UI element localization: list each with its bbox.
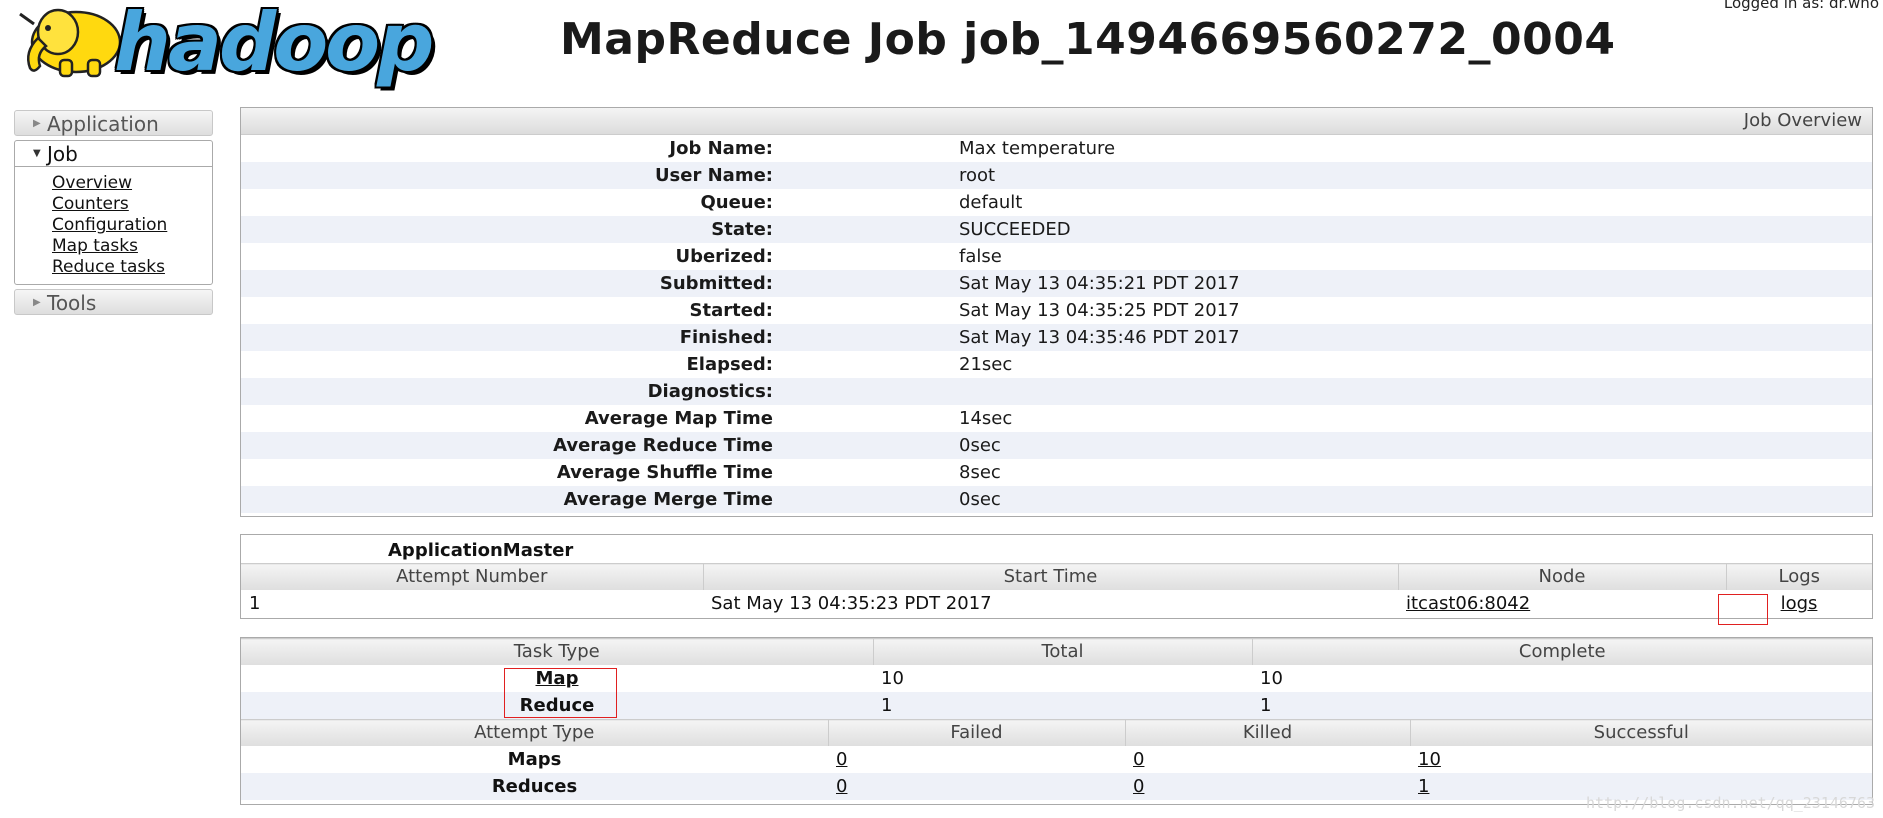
map-task-link[interactable]: Map bbox=[536, 668, 579, 689]
node-link[interactable]: itcast06:8042 bbox=[1406, 593, 1530, 614]
column-header-complete[interactable]: Complete bbox=[1251, 638, 1872, 665]
chevron-down-icon: ▼ bbox=[33, 148, 41, 159]
table-row: Map 10 10 bbox=[241, 665, 1872, 692]
attempt-number: 1 bbox=[249, 593, 261, 614]
application-master-caption: ApplicationMaster bbox=[388, 540, 574, 561]
job-overview-heading: Job Overview bbox=[241, 108, 1872, 135]
sidebar-item-label: Job bbox=[47, 142, 78, 166]
sidebar-item-label: Application bbox=[47, 112, 159, 136]
table-row: Submitted: Sat May 13 04:35:21 PDT 2017 bbox=[241, 270, 1872, 297]
table-row: 1 Sat May 13 04:35:23 PDT 2017 itcast06:… bbox=[241, 590, 1872, 617]
table-row: Maps 0 0 10 bbox=[241, 746, 1872, 773]
sidebar-link-map-tasks[interactable]: Map tasks bbox=[52, 236, 212, 257]
sidebar-item-job[interactable]: ▼ Job bbox=[15, 141, 212, 167]
tasks-table: Task Type Total Complete Map 10 10 Reduc… bbox=[240, 637, 1873, 805]
column-header-killed[interactable]: Killed bbox=[1124, 719, 1410, 746]
map-complete: 10 bbox=[1260, 668, 1283, 689]
table-row: Uberized: false bbox=[675, 246, 1002, 267]
sidebar-link-overview[interactable]: Overview bbox=[52, 173, 212, 194]
chevron-right-icon: ▶ bbox=[33, 118, 41, 129]
logged-in-label: Logged in as: dr.who bbox=[1723, 0, 1879, 12]
table-row: Average Merge Time 0sec bbox=[241, 486, 1872, 513]
table-row: Average Reduce Time 0sec bbox=[241, 432, 1872, 459]
chevron-right-icon: ▶ bbox=[33, 297, 41, 308]
attempts-grid: Attempt Number Start Time Node Logs 1 Sa… bbox=[241, 563, 1872, 617]
column-header-failed[interactable]: Failed bbox=[827, 719, 1125, 746]
job-links: Overview Counters Configuration Map task… bbox=[15, 167, 212, 284]
logo-wordmark: hadoop bbox=[114, 0, 434, 89]
column-header-successful[interactable]: Successful bbox=[1409, 719, 1872, 746]
table-row: Queue: default bbox=[700, 192, 1023, 213]
sidebar-item-label: Tools bbox=[47, 291, 97, 315]
column-header-attempt-number[interactable]: Attempt Number bbox=[241, 563, 703, 590]
column-header-task-type[interactable]: Task Type bbox=[241, 638, 873, 665]
attempt-start-time: Sat May 13 04:35:23 PDT 2017 bbox=[711, 593, 992, 614]
hadoop-logo: hadoop bbox=[14, 0, 434, 89]
column-header-total[interactable]: Total bbox=[872, 638, 1252, 665]
sidebar-section-job: ▼ Job Overview Counters Configuration Ma… bbox=[14, 140, 213, 285]
page-title: MapReduce Job job_1494669560272_0004 bbox=[560, 14, 1616, 65]
reduce-total: 1 bbox=[873, 692, 1252, 719]
reduces-failed-link[interactable]: 0 bbox=[836, 776, 847, 797]
column-header-attempt-type[interactable]: Attempt Type bbox=[241, 719, 828, 746]
logs-link[interactable]: logs bbox=[1781, 593, 1818, 614]
table-row: Job Name: Max temperature bbox=[669, 138, 1116, 159]
application-master-table: ApplicationMaster Attempt Number Start T… bbox=[240, 534, 1873, 619]
reduces-label: Reduces bbox=[241, 773, 828, 800]
watermark: http://blog.csdn.net/qq_23146763 bbox=[1586, 794, 1875, 812]
maps-successful-link[interactable]: 10 bbox=[1418, 749, 1441, 770]
table-row: Started: Sat May 13 04:35:25 PDT 2017 bbox=[689, 300, 1240, 321]
sidebar-item-tools[interactable]: ▶ Tools bbox=[14, 289, 213, 315]
column-header-logs[interactable]: Logs bbox=[1725, 563, 1872, 590]
job-overview-table: Job Overview Job Name: Max temperature Us… bbox=[240, 107, 1873, 517]
reduce-task-label: Reduce bbox=[241, 692, 873, 719]
maps-label: Maps bbox=[507, 749, 562, 770]
reduces-killed-link[interactable]: 0 bbox=[1133, 776, 1144, 797]
table-row: Average Map Time 14sec bbox=[584, 408, 1013, 429]
sidebar-link-reduce-tasks[interactable]: Reduce tasks bbox=[52, 257, 212, 278]
reduces-successful-link[interactable]: 1 bbox=[1418, 776, 1429, 797]
map-total: 10 bbox=[881, 668, 904, 689]
column-header-start-time[interactable]: Start Time bbox=[702, 563, 1398, 590]
column-header-node[interactable]: Node bbox=[1397, 563, 1726, 590]
reduce-complete: 1 bbox=[1252, 692, 1872, 719]
sidebar-link-configuration[interactable]: Configuration bbox=[52, 215, 212, 236]
task-type-grid: Task Type Total Complete Map 10 10 Reduc… bbox=[241, 638, 1872, 719]
table-row: State: SUCCEEDED bbox=[241, 216, 1872, 243]
sidebar-nav: ▶ Application ▼ Job Overview Counters Co… bbox=[14, 110, 213, 315]
maps-killed-link[interactable]: 0 bbox=[1133, 749, 1144, 770]
sidebar-link-counters[interactable]: Counters bbox=[52, 194, 212, 215]
table-row: Reduce 1 1 bbox=[241, 692, 1872, 719]
sidebar-item-application[interactable]: ▶ Application bbox=[14, 110, 213, 136]
table-row: Elapsed: 21sec bbox=[686, 354, 1013, 375]
table-row: Finished: Sat May 13 04:35:46 PDT 2017 bbox=[241, 324, 1872, 351]
table-row: User Name: root bbox=[241, 162, 1872, 189]
table-row: Average Shuffle Time 8sec bbox=[556, 462, 1001, 483]
maps-failed-link[interactable]: 0 bbox=[836, 749, 847, 770]
table-row: Diagnostics: bbox=[241, 378, 1872, 405]
attempt-type-grid: Attempt Type Failed Killed Successful Ma… bbox=[241, 719, 1872, 800]
